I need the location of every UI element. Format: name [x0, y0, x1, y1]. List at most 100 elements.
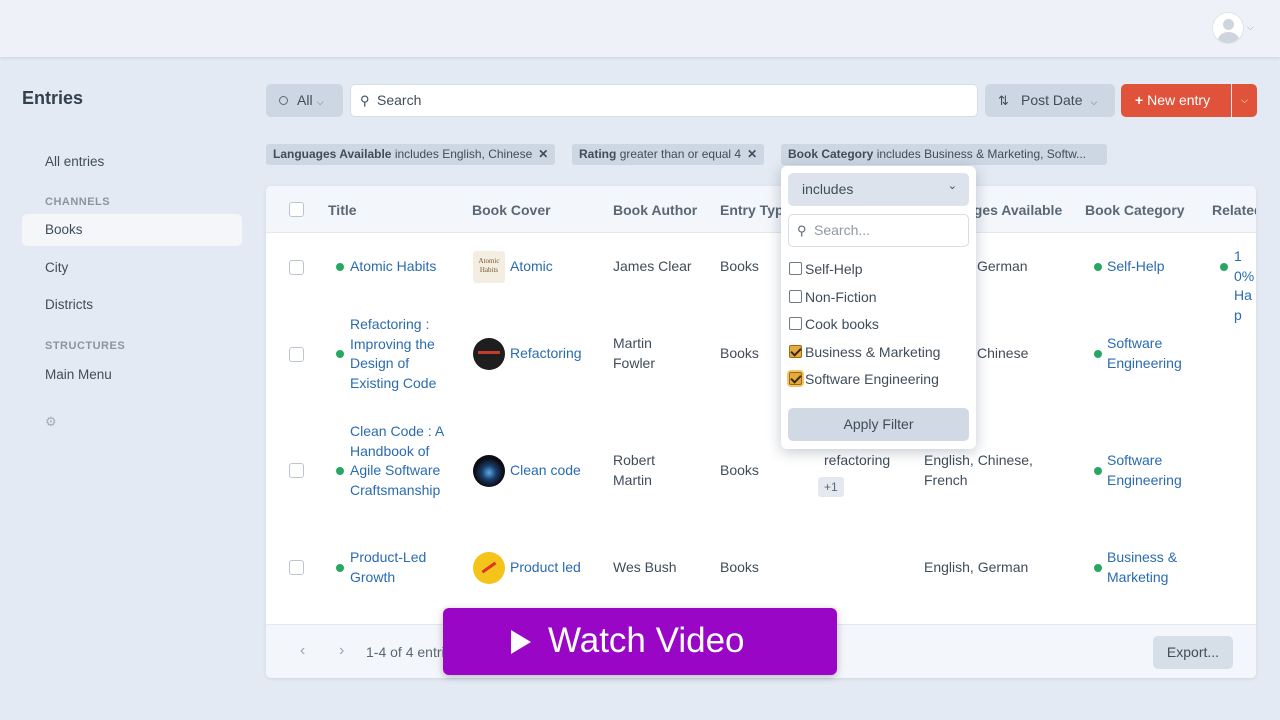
status-filter-button[interactable]: All ⌵: [266, 84, 343, 117]
filter-option-self-help[interactable]: Self-Help: [789, 260, 863, 278]
entry-tag: refactoring: [824, 452, 891, 468]
chevron-down-icon: ⌄: [947, 180, 957, 192]
category-filter-dropdown: includes ⌄ ⚲ Search... Self-Help Non-Fic…: [781, 166, 976, 449]
column-header-book-author[interactable]: Book Author: [613, 202, 697, 218]
watch-video-label: Watch Video: [548, 621, 745, 660]
row-checkbox[interactable]: [289, 560, 304, 575]
entry-type: Books: [720, 559, 759, 575]
sidebar-heading-channels: CHANNELS: [45, 196, 111, 208]
filter-option-business-marketing[interactable]: Business & Marketing: [789, 343, 940, 361]
entry-title-link[interactable]: Product-Led Growth: [350, 548, 450, 587]
filter-options-search-input[interactable]: ⚲ Search...: [788, 214, 969, 247]
more-tags-badge[interactable]: +1: [818, 477, 844, 497]
option-checkbox[interactable]: [789, 372, 802, 385]
gear-icon[interactable]: ⚙: [45, 414, 57, 430]
sidebar-item-books[interactable]: Books: [22, 214, 242, 246]
row-checkbox[interactable]: [289, 347, 304, 362]
filter-chip-condition: greater than or equal 4: [619, 147, 742, 161]
close-icon[interactable]: ✕: [538, 147, 548, 161]
row-checkbox[interactable]: [289, 463, 304, 478]
watch-video-button[interactable]: Watch Video: [443, 608, 837, 675]
filter-operator-select[interactable]: includes ⌄: [788, 173, 969, 206]
sidebar-item-all-entries[interactable]: All entries: [22, 146, 242, 178]
sidebar-item-city[interactable]: City: [22, 252, 242, 284]
option-label: Non-Fiction: [805, 289, 877, 305]
book-category-link[interactable]: Software Engineering: [1107, 451, 1197, 490]
filter-option-cook-books[interactable]: Cook books: [789, 315, 879, 333]
entry-title-link[interactable]: Clean Code : A Handbook of Agile Softwar…: [350, 422, 450, 500]
status-dot: [1094, 467, 1102, 475]
search-input[interactable]: ⚲ Search: [350, 84, 978, 117]
status-dot: [1094, 564, 1102, 572]
entry-title-link[interactable]: Atomic Habits: [350, 257, 450, 277]
column-header-related[interactable]: Related: [1212, 202, 1256, 218]
filter-operator-value: includes: [802, 181, 854, 197]
entry-type: Books: [720, 462, 759, 478]
filter-chip-rating[interactable]: Rating greater than or equal 4 ✕: [572, 144, 765, 165]
column-header-title[interactable]: Title: [328, 202, 357, 218]
sidebar-heading-structures: STRUCTURES: [45, 340, 126, 352]
status-dot: [1094, 350, 1102, 358]
book-author: James Clear: [613, 258, 692, 274]
apply-filter-button[interactable]: Apply Filter: [788, 408, 969, 441]
status-dot: [336, 564, 344, 572]
chevron-down-icon[interactable]: ⌵: [1247, 22, 1254, 33]
avatar-body-shape: [1218, 32, 1239, 43]
page-title: Entries: [22, 88, 84, 108]
sort-icon: ⇅: [998, 93, 1009, 108]
search-icon: ⚲: [360, 93, 370, 108]
languages-available: English, German: [924, 559, 1029, 575]
user-avatar[interactable]: [1212, 12, 1244, 44]
book-cover-link[interactable]: Refactoring: [510, 344, 582, 364]
book-cover-link[interactable]: Product led: [510, 558, 581, 578]
filter-chip-book-category[interactable]: Book Category includes Business & Market…: [781, 144, 1107, 165]
chevron-down-icon: ⌵: [1241, 95, 1248, 105]
filter-chip-field: Languages Available: [273, 147, 392, 161]
status-dot: [1220, 263, 1228, 271]
entry-title-link[interactable]: Refactoring : Improving the Design of Ex…: [350, 315, 450, 393]
book-cover-link[interactable]: Clean code: [510, 461, 581, 481]
chevron-down-icon: ⌵: [316, 97, 324, 107]
option-checkbox[interactable]: [789, 262, 802, 275]
filter-chip-languages[interactable]: Languages Available includes English, Ch…: [266, 144, 556, 165]
option-label: Cook books: [805, 316, 879, 332]
option-checkbox[interactable]: [789, 345, 802, 358]
export-button[interactable]: Export...: [1153, 636, 1233, 669]
option-label: Business & Marketing: [805, 344, 941, 360]
status-circle-icon: [279, 96, 288, 105]
sort-button[interactable]: ⇅ Post Date ⌵: [985, 84, 1115, 117]
book-cover-link[interactable]: Atomic: [510, 257, 553, 277]
book-cover-thumbnail: [473, 338, 505, 370]
new-entry-menu-button[interactable]: ⌵: [1232, 84, 1257, 117]
select-all-checkbox[interactable]: [289, 202, 304, 217]
option-checkbox[interactable]: [789, 317, 802, 330]
languages-available: English, Chinese, French: [924, 452, 1033, 488]
status-dot: [336, 350, 344, 358]
close-icon[interactable]: ✕: [747, 147, 757, 161]
book-author: Robert Martin: [613, 452, 656, 488]
chevron-left-icon[interactable]: ‹: [300, 642, 305, 660]
book-author: Martin Fowler: [613, 335, 656, 371]
book-category-link[interactable]: Software Engineering: [1107, 334, 1197, 373]
filter-chip-field: Rating: [579, 147, 617, 161]
sidebar-item-districts[interactable]: Districts: [22, 289, 242, 321]
entries-table: Title Book Cover Book Author Entry Type …: [266, 186, 1256, 678]
chevron-right-icon[interactable]: ›: [339, 642, 344, 660]
column-header-book-cover[interactable]: Book Cover: [472, 202, 551, 218]
column-header-book-category[interactable]: Book Category: [1085, 202, 1185, 218]
book-author: Wes Bush: [613, 559, 677, 575]
filter-chip-condition: includes Business & Marketing, Softw...: [876, 147, 1087, 161]
filter-option-non-fiction[interactable]: Non-Fiction: [789, 288, 877, 306]
related-entry-link[interactable]: 10% Hap: [1234, 247, 1256, 325]
sort-label: Post Date: [1021, 92, 1083, 108]
book-cover-thumbnail: [473, 552, 505, 584]
filter-options-search-placeholder: Search...: [814, 222, 871, 238]
sidebar-item-main-menu[interactable]: Main Menu: [22, 359, 242, 391]
filter-option-software-engineering[interactable]: Software Engineering: [789, 370, 939, 388]
table-header: Title Book Cover Book Author Entry Type …: [266, 186, 1256, 233]
row-checkbox[interactable]: [289, 260, 304, 275]
new-entry-button[interactable]: + New entry: [1121, 84, 1231, 117]
book-category-link[interactable]: Business & Marketing: [1107, 548, 1197, 587]
option-checkbox[interactable]: [789, 290, 802, 303]
book-category-link[interactable]: Self-Help: [1107, 257, 1165, 277]
